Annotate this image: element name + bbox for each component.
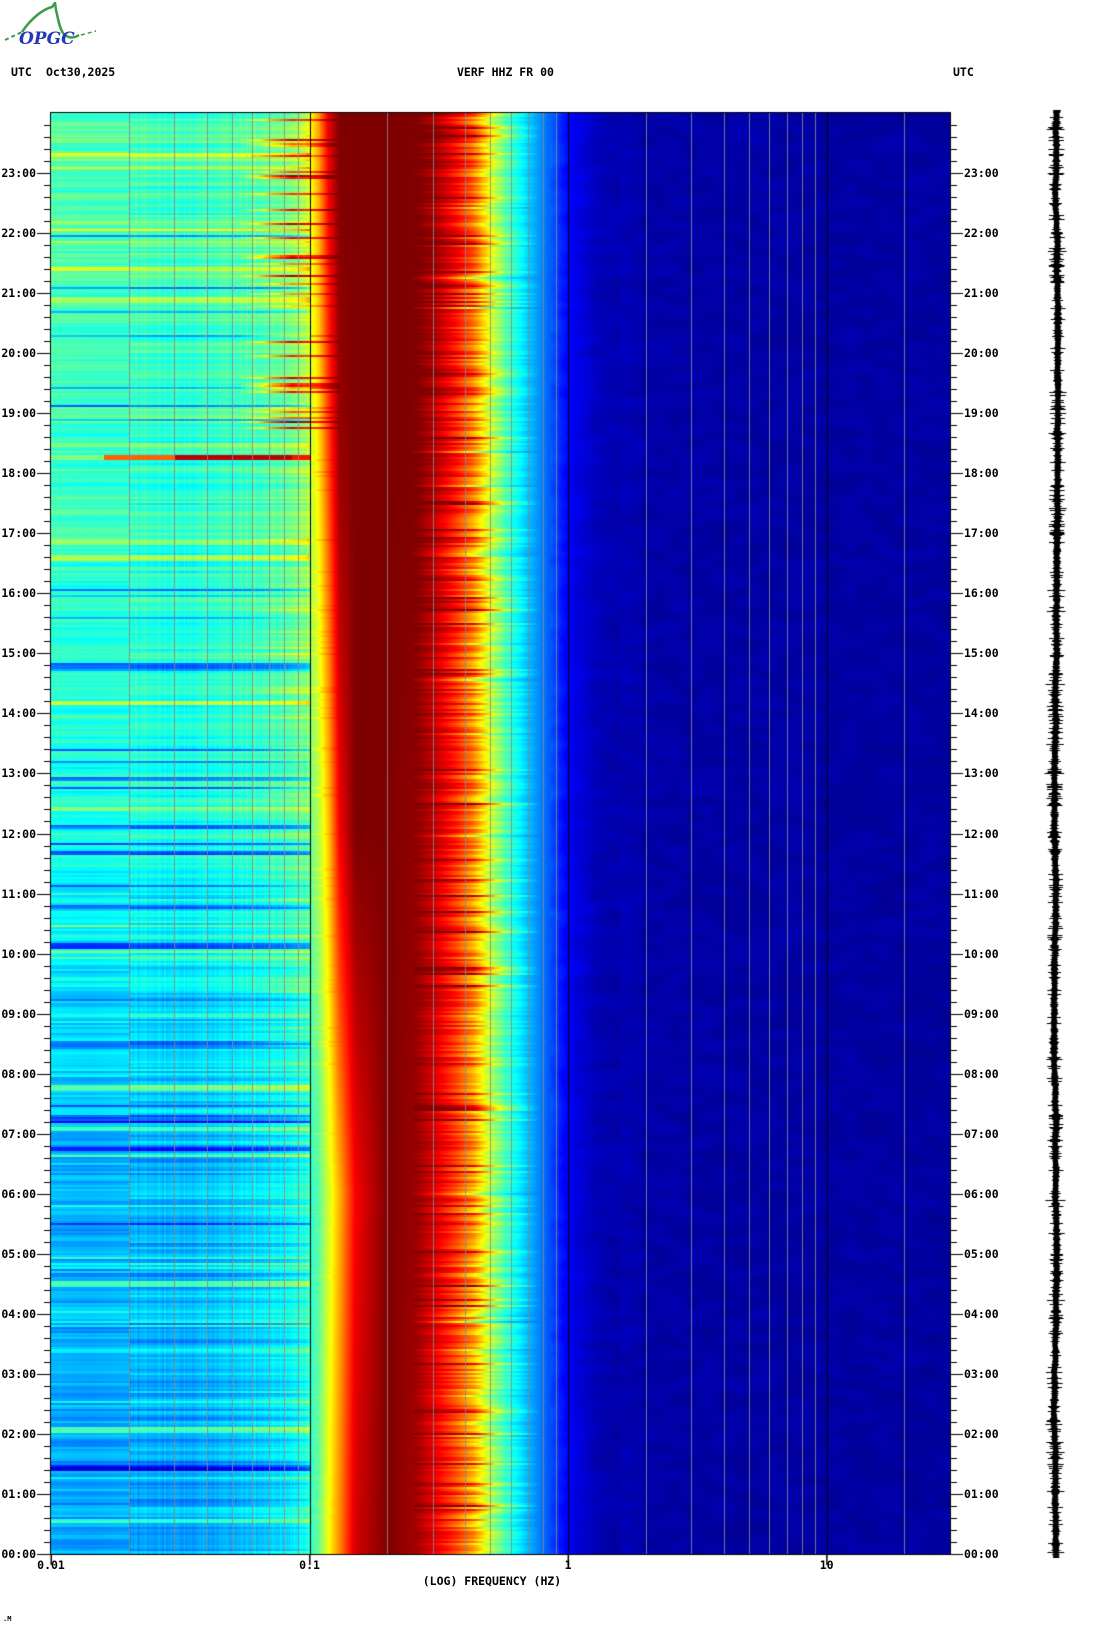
page-corner-mark: .M [3,1615,12,1623]
opgc-logo: OPGC [4,2,97,49]
logo-dash-right [80,30,97,36]
spectrogram-page: OPGC UTC Oct30,2025 VERF HHZ FR 00 UTC 2… [0,0,1102,1634]
plot-title: VERF HHZ FR 00 [457,65,554,79]
x-axis-title: (LOG) FREQUENCY (HZ) [422,1574,562,1588]
date-label: Oct30,2025 [46,65,116,79]
logo-text: OPGC [19,29,75,49]
spectrogram-canvas [0,0,1102,1634]
utc-label-left: UTC [11,65,32,79]
utc-label-right: UTC [953,65,974,79]
